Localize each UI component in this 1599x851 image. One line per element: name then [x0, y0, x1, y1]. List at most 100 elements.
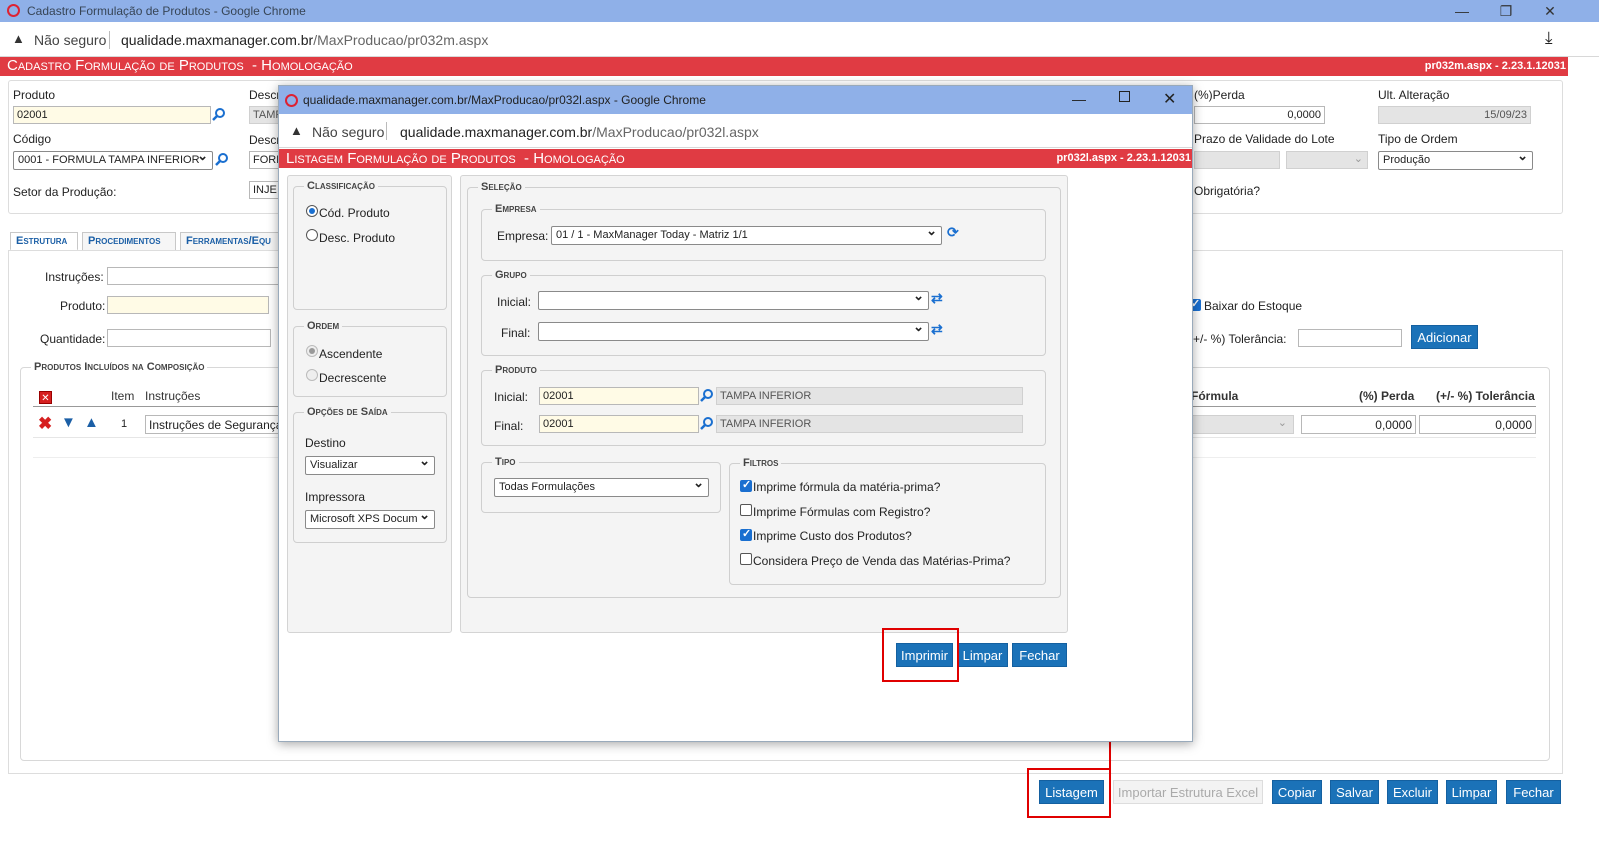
prazo-unit-select: ⌄: [1286, 151, 1368, 169]
estrutura-produto-label: Produto:: [60, 299, 106, 313]
copiar-button[interactable]: Copiar: [1272, 780, 1322, 804]
produto-inicial-desc: TAMPA INFERIOR: [716, 387, 1023, 405]
grupo-inicial-refresh-icon[interactable]: ⇄: [931, 290, 943, 307]
tab-estrutura[interactable]: Estrutura: [10, 232, 78, 251]
col-tolerancia-header: (+/- %) Tolerância: [1436, 389, 1535, 403]
produtos-incluidos-legend: Produtos Incluídos na Composição: [31, 361, 208, 373]
empresa-select[interactable]: 01 / 1 - MaxManager Today - Matriz 1/1: [551, 226, 942, 245]
ordem-ascendente-radio[interactable]: [306, 345, 318, 357]
impressora-select[interactable]: Microsoft XPS Docum: [305, 510, 435, 529]
produto-input[interactable]: 02001: [13, 106, 211, 124]
popup-url[interactable]: qualidade.maxmanager.com.br/MaxProducao/…: [400, 124, 759, 140]
minimize-icon[interactable]: —: [1440, 0, 1484, 22]
produto-inicial-label: Inicial:: [494, 390, 529, 404]
row-formula-select[interactable]: ⌄: [1190, 415, 1294, 434]
produto-final-code[interactable]: 02001: [539, 415, 699, 433]
not-secure-label[interactable]: Não seguro: [34, 32, 106, 48]
grupo-final-refresh-icon[interactable]: ⇄: [931, 321, 943, 338]
produto-final-search-icon[interactable]: [700, 416, 714, 430]
setor-input[interactable]: INJE: [249, 181, 281, 199]
quantidade-input[interactable]: [107, 329, 271, 347]
download-icon[interactable]: ⤓: [1545, 28, 1553, 48]
setor-label: Setor da Produção:: [13, 185, 117, 199]
col-item-header: Item: [111, 389, 135, 403]
tab-ferramentas[interactable]: Ferramentas/Equ: [180, 232, 280, 251]
produto-final-desc: TAMPA INFERIOR: [716, 415, 1023, 433]
perda-input[interactable]: 0,0000: [1194, 106, 1325, 124]
excluir-button[interactable]: Excluir: [1387, 780, 1438, 804]
tipo-ordem-select[interactable]: Produção: [1378, 151, 1533, 170]
empresa-refresh-icon[interactable]: ⟳: [947, 224, 959, 241]
grupo-inicial-select[interactable]: [538, 291, 929, 310]
salvar-button[interactable]: Salvar: [1330, 780, 1379, 804]
filtro-preco-venda-checkbox[interactable]: [740, 553, 752, 565]
row-instrucoes-input[interactable]: Instruções de Segurança: [145, 415, 280, 434]
outer-version: pr032m.aspx - 2.23.1.12031: [1424, 60, 1566, 72]
classificacao-cod-radio[interactable]: [306, 205, 318, 217]
produto-label: Produto: [13, 88, 56, 102]
filtro-formulas-registro-checkbox[interactable]: [740, 504, 752, 516]
descr-input: TAMP: [249, 106, 281, 124]
destino-select[interactable]: Visualizar: [305, 456, 435, 475]
classificacao-fieldset: Classificação: [293, 180, 447, 310]
produto-inicial-search-icon[interactable]: [700, 388, 714, 402]
ordem-decrescente-radio[interactable]: [306, 369, 318, 381]
popup-maximize-icon[interactable]: [1119, 91, 1130, 102]
instrucoes-input[interactable]: [107, 267, 287, 285]
filtro-formula-materia-prima-label: Imprime fórmula da matéria-prima?: [753, 480, 941, 494]
tipo-ordem-label: Tipo de Ordem: [1378, 132, 1458, 146]
popup-fechar-button[interactable]: Fechar: [1012, 643, 1067, 667]
filtro-preco-venda-label: Considera Preço de Venda das Matérias-Pr…: [753, 554, 1011, 568]
descr-label: Descr: [249, 88, 281, 102]
popup-title-bar: qualidade.maxmanager.com.br/MaxProducao/…: [279, 86, 1192, 114]
estrutura-produto-input[interactable]: [107, 296, 269, 314]
tolerancia-input[interactable]: [1298, 329, 1402, 347]
tab-procedimentos[interactable]: Procedimentos: [82, 232, 176, 251]
outer-url[interactable]: qualidade.maxmanager.com.br/MaxProducao/…: [121, 32, 488, 48]
maximize-icon[interactable]: ❐: [1484, 0, 1528, 22]
selecao-legend: Seleção: [478, 181, 525, 193]
instrucoes-label: Instruções:: [45, 270, 104, 284]
grupo-final-select[interactable]: [538, 322, 929, 341]
popup-minimize-icon[interactable]: —: [1072, 91, 1086, 107]
baixar-estoque-label: Baixar do Estoque: [1204, 299, 1303, 313]
row-perda-input[interactable]: 0,0000: [1301, 415, 1416, 434]
grupo-legend: Grupo: [492, 269, 530, 281]
outer-page-header: Cadastro Formulação de Produtos - Homolo…: [0, 57, 1568, 76]
classificacao-desc-label: Desc. Produto: [319, 231, 396, 245]
close-icon[interactable]: ✕: [1528, 0, 1572, 22]
filtro-formula-materia-prima-checkbox[interactable]: [740, 478, 752, 492]
filtro-custo-produtos-checkbox[interactable]: [740, 527, 752, 541]
grupo-inicial-label: Inicial:: [497, 295, 532, 309]
descr2-input[interactable]: FORM: [249, 151, 281, 169]
delete-row-icon[interactable]: ✖: [38, 414, 52, 434]
importar-excel-button: Importar Estrutura Excel: [1113, 780, 1263, 804]
outer-page-title: Cadastro Formulação de Produtos - Homolo…: [7, 57, 353, 74]
produto-inicial-code[interactable]: 02001: [539, 387, 699, 405]
codigo-select[interactable]: 0001 - FORMULA TAMPA INFERIOR: [13, 151, 213, 170]
perda-label: (%)Perda: [1194, 88, 1245, 102]
col-formula-header: Fórmula: [1191, 389, 1239, 403]
classificacao-desc-radio[interactable]: [306, 229, 318, 241]
popup-limpar-button[interactable]: Limpar: [957, 643, 1008, 667]
popup-not-secure-label[interactable]: Não seguro: [312, 124, 384, 140]
move-down-icon[interactable]: ▼: [61, 414, 76, 431]
ordem-ascendente-label: Ascendente: [319, 347, 383, 361]
popup-page-title: Listagem Formulação de Produtos - Homolo…: [286, 150, 625, 167]
popup-close-icon[interactable]: ✕: [1163, 89, 1176, 109]
produto-search-icon[interactable]: [212, 107, 226, 121]
codigo-search-icon[interactable]: [215, 152, 229, 166]
ult-alteracao-label: Ult. Alteração: [1378, 88, 1450, 102]
tipo-select[interactable]: Todas Formulações: [494, 478, 709, 497]
empresa-label: Empresa:: [497, 229, 549, 243]
outer-limpar-button[interactable]: Limpar: [1446, 780, 1497, 804]
filtros-legend: Filtros: [740, 457, 782, 469]
produto-final-label: Final:: [494, 419, 524, 433]
adicionar-button[interactable]: Adicionar: [1411, 325, 1478, 349]
produto-legend: Produto: [492, 364, 540, 376]
outer-fechar-button[interactable]: Fechar: [1506, 780, 1561, 804]
delete-all-icon[interactable]: ✕: [39, 391, 52, 404]
move-up-icon[interactable]: ▲: [84, 414, 99, 431]
row-tolerancia-input[interactable]: 0,0000: [1419, 415, 1536, 434]
obrigatoria-label: Obrigatória?: [1194, 184, 1261, 198]
